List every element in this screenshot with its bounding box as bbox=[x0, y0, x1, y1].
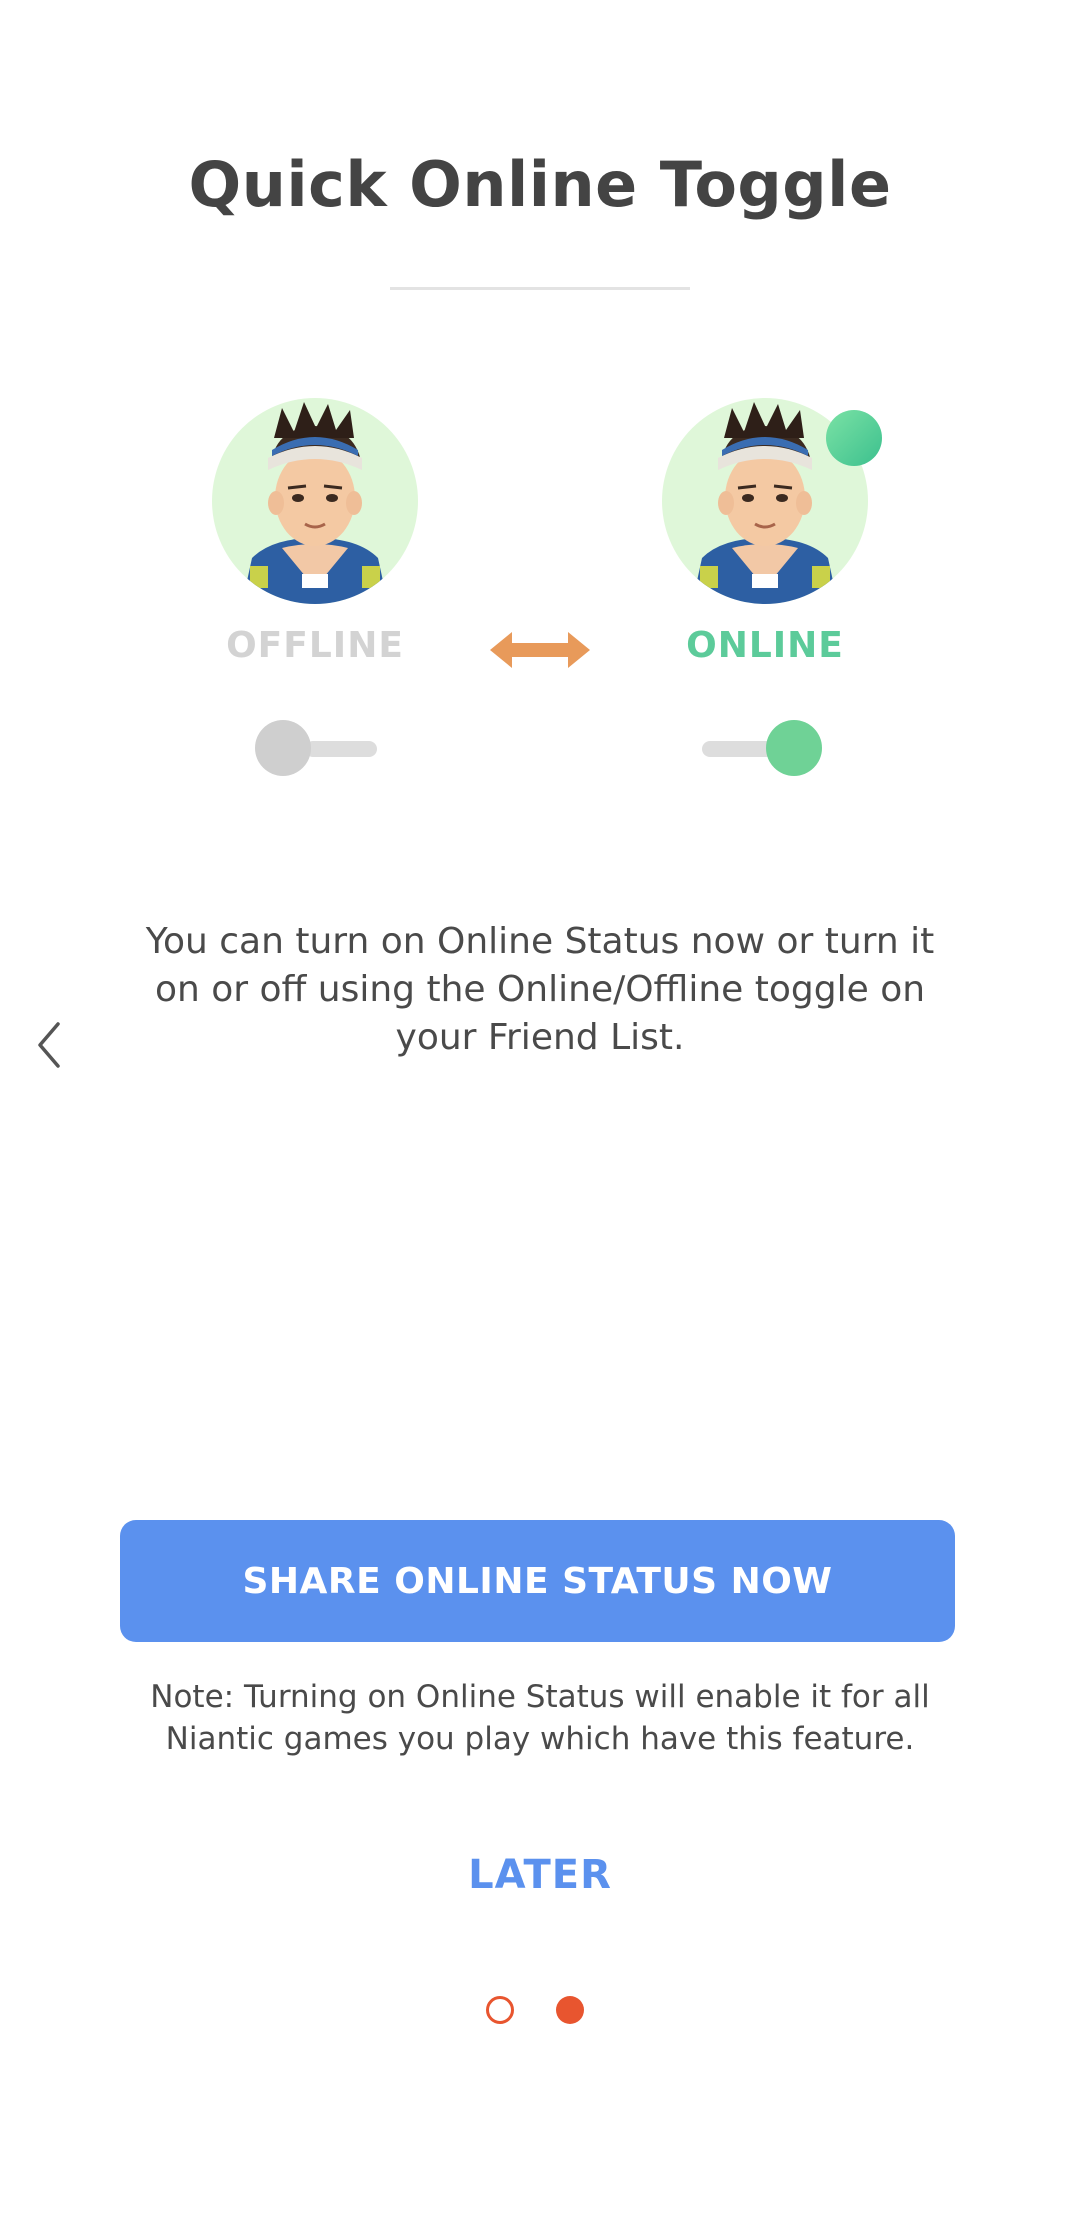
online-toggle-example bbox=[700, 718, 830, 778]
chevron-left-icon[interactable] bbox=[34, 1020, 64, 1070]
offline-label: OFFLINE bbox=[226, 625, 404, 666]
toggle-knob bbox=[255, 720, 311, 776]
page-indicator bbox=[486, 1996, 596, 2030]
page-dot-1[interactable] bbox=[486, 1996, 514, 2024]
note-text: Note: Turning on Online Status will enab… bbox=[150, 1679, 930, 1757]
description-text: You can turn on Online Status now or tur… bbox=[145, 921, 935, 1058]
share-online-status-button[interactable]: SHARE ONLINE STATUS NOW bbox=[120, 1520, 955, 1642]
trainer-avatar-icon bbox=[242, 402, 388, 604]
online-label: ONLINE bbox=[686, 625, 844, 666]
later-button[interactable]: LATER bbox=[390, 1840, 690, 1910]
toggle-knob bbox=[766, 720, 822, 776]
title-divider bbox=[390, 287, 690, 290]
toggle-track bbox=[305, 741, 377, 757]
online-indicator-dot bbox=[826, 410, 882, 466]
offline-toggle-example bbox=[255, 718, 385, 778]
double-arrow-icon bbox=[490, 632, 590, 668]
offline-avatar bbox=[212, 398, 418, 604]
toggle-track bbox=[702, 741, 774, 757]
page-dot-2[interactable] bbox=[556, 1996, 584, 2024]
page-title: Quick Online Toggle bbox=[188, 148, 892, 221]
